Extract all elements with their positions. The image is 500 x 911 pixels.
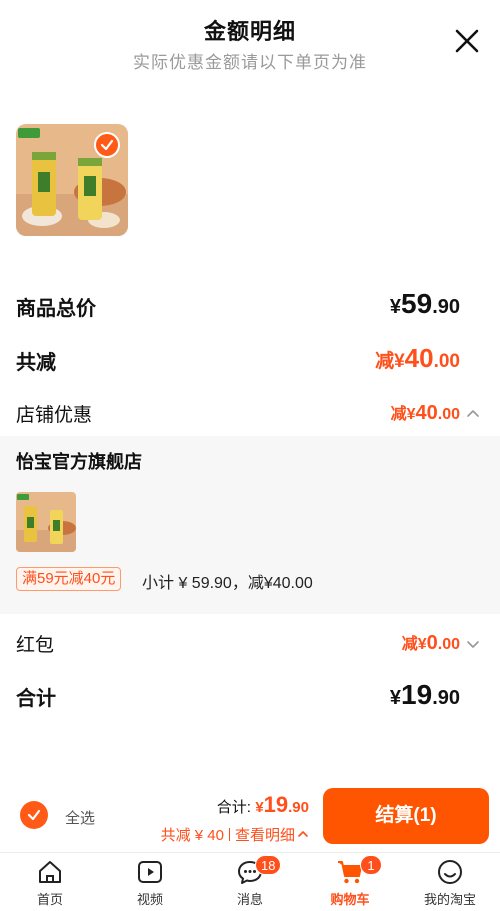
grand-total-row: 合计 ¥19.90 — [0, 676, 500, 716]
cart-badge: 1 — [360, 855, 382, 875]
check-icon — [27, 809, 41, 821]
bar-discount-text: 共减 ¥ 40 — [160, 827, 224, 844]
chevron-up-icon[interactable] — [466, 406, 480, 420]
tab-cart[interactable]: 1 购物车 — [300, 853, 400, 911]
goods-total-row: 商品总价 ¥59.90 — [0, 286, 500, 326]
tab-label: 消息 — [236, 892, 263, 907]
goods-total-value: ¥59.90 — [389, 288, 460, 319]
store-product-thumbnail — [16, 492, 76, 552]
red-packet-row[interactable]: 红包 减¥0.00 — [0, 626, 500, 660]
video-icon — [138, 861, 162, 883]
chevron-down-icon[interactable] — [466, 638, 480, 652]
shop-discount-value: 减¥40.00 — [390, 402, 460, 424]
select-all-checkbox[interactable] — [20, 801, 48, 829]
tab-messages[interactable]: 18 消息 — [200, 853, 300, 911]
tab-label: 我的淘宝 — [423, 892, 476, 907]
promo-tag: 满59元减40元 — [16, 567, 122, 591]
selected-check-icon[interactable] — [94, 132, 120, 158]
home-icon — [39, 861, 61, 883]
select-all-label[interactable]: 全选 — [65, 807, 95, 828]
modal-header: 金额明细 实际优惠金额请以下单页为准 — [0, 0, 500, 80]
store-name: 怡宝官方旗舰店 — [16, 452, 142, 472]
divider — [228, 828, 230, 841]
bar-total-amount: ¥19.90 — [255, 792, 309, 817]
total-discount-row: 共减 减¥40.00 — [0, 340, 500, 380]
page-subtitle: 实际优惠金额请以下单页为准 — [133, 53, 367, 72]
grand-total-value: ¥19.90 — [389, 679, 460, 710]
checkout-button[interactable]: 结算(1) — [323, 788, 489, 844]
red-packet-label: 红包 — [16, 635, 55, 656]
total-discount-value: 减¥40.00 — [375, 343, 460, 373]
tab-video[interactable]: 视频 — [100, 853, 200, 911]
message-badge: 18 — [255, 855, 282, 875]
close-icon[interactable] — [452, 26, 482, 56]
bar-total: 合计: ¥19.90 — [217, 792, 309, 818]
tab-label: 首页 — [36, 892, 63, 907]
product-thumbnail[interactable] — [16, 124, 128, 236]
checkout-bar: 全选 合计: ¥19.90 共减 ¥ 40 查看明细 结算(1) — [0, 780, 500, 852]
store-subtotal: 小计 ¥ 59.90，减¥40.00 — [142, 575, 313, 592]
tab-home[interactable]: 首页 — [0, 853, 100, 911]
shop-discount-row[interactable]: 店铺优惠 减¥40.00 — [0, 396, 500, 430]
tab-label: 购物车 — [330, 892, 370, 907]
chevron-up-icon — [298, 831, 308, 837]
bottom-tab-bar: 首页 视频 18 消息 1 购物车 我的淘宝 — [0, 852, 500, 911]
total-discount-label: 共减 — [16, 352, 56, 374]
view-detail-link[interactable]: 查看明细 — [235, 827, 295, 844]
shop-discount-label: 店铺优惠 — [16, 405, 93, 426]
goods-total-label: 商品总价 — [16, 298, 96, 320]
tab-label: 视频 — [136, 892, 163, 907]
product-image — [16, 492, 76, 552]
page-title: 金额明细 — [203, 19, 296, 44]
red-packet-value: 减¥0.00 — [401, 632, 460, 654]
bar-total-label: 合计: — [216, 799, 251, 816]
bar-discount[interactable]: 共减 ¥ 40 查看明细 — [161, 824, 309, 845]
store-discount-panel: 怡宝官方旗舰店 满59元减40元 小计 ¥ 59.90，减¥40.00 — [0, 436, 500, 614]
grand-total-label: 合计 — [16, 688, 56, 710]
profile-icon — [438, 860, 462, 884]
tab-my-taobao[interactable]: 我的淘宝 — [400, 853, 500, 911]
